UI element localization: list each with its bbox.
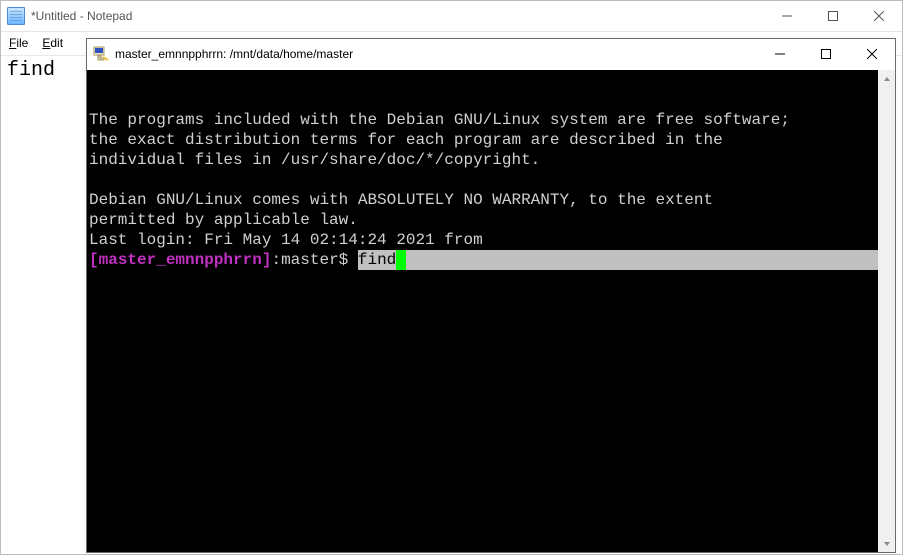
scrollbar[interactable] xyxy=(878,70,895,552)
maximize-button[interactable] xyxy=(810,1,856,31)
prompt-path: master xyxy=(281,251,339,269)
menu-edit[interactable]: Edit xyxy=(42,36,63,50)
prompt-bracket: ] xyxy=(262,251,272,269)
command-text: find xyxy=(358,251,396,269)
prompt-sep: : xyxy=(271,251,281,269)
putty-title: master_emnnpphrrn: /mnt/data/home/master xyxy=(115,47,353,61)
command-selection-bg xyxy=(406,250,878,270)
last-login-line: Last login: Fri May 14 02:14:24 2021 fro… xyxy=(89,231,483,249)
prompt-bracket: [ xyxy=(89,251,99,269)
notepad-title: *Untitled - Notepad xyxy=(31,9,132,23)
scroll-up-button[interactable] xyxy=(878,70,895,87)
putty-window-buttons xyxy=(757,39,895,69)
putty-window: master_emnnpphrrn: /mnt/data/home/master… xyxy=(86,38,896,553)
command-input-region[interactable]: find xyxy=(358,250,878,270)
terminal-client-area[interactable]: The programs included with the Debian GN… xyxy=(87,70,878,552)
prompt-dollar: $ xyxy=(339,251,358,269)
maximize-button[interactable] xyxy=(803,39,849,69)
motd-line: the exact distribution terms for each pr… xyxy=(89,131,723,149)
motd-line: individual files in /usr/share/doc/*/cop… xyxy=(89,151,540,169)
notepad-window-buttons xyxy=(764,1,902,31)
minimize-button[interactable] xyxy=(757,39,803,69)
scroll-down-button[interactable] xyxy=(878,535,895,552)
cursor-icon xyxy=(396,250,406,270)
minimize-button[interactable] xyxy=(764,1,810,31)
prompt-user: master_emnnpphrrn xyxy=(99,251,262,269)
close-button[interactable] xyxy=(849,39,895,69)
notepad-icon xyxy=(7,7,25,25)
terminal-output: The programs included with the Debian GN… xyxy=(87,70,878,272)
prompt: [master_emnnpphrrn]:master$ xyxy=(89,251,358,269)
putty-titlebar[interactable]: master_emnnpphrrn: /mnt/data/home/master xyxy=(87,39,895,69)
motd-line: The programs included with the Debian GN… xyxy=(89,111,790,129)
close-button[interactable] xyxy=(856,1,902,31)
putty-icon xyxy=(93,46,109,62)
motd-line: permitted by applicable law. xyxy=(89,211,358,229)
notepad-titlebar[interactable]: *Untitled - Notepad xyxy=(1,1,902,32)
motd-line: Debian GNU/Linux comes with ABSOLUTELY N… xyxy=(89,191,713,209)
menu-file[interactable]: File xyxy=(9,36,28,50)
